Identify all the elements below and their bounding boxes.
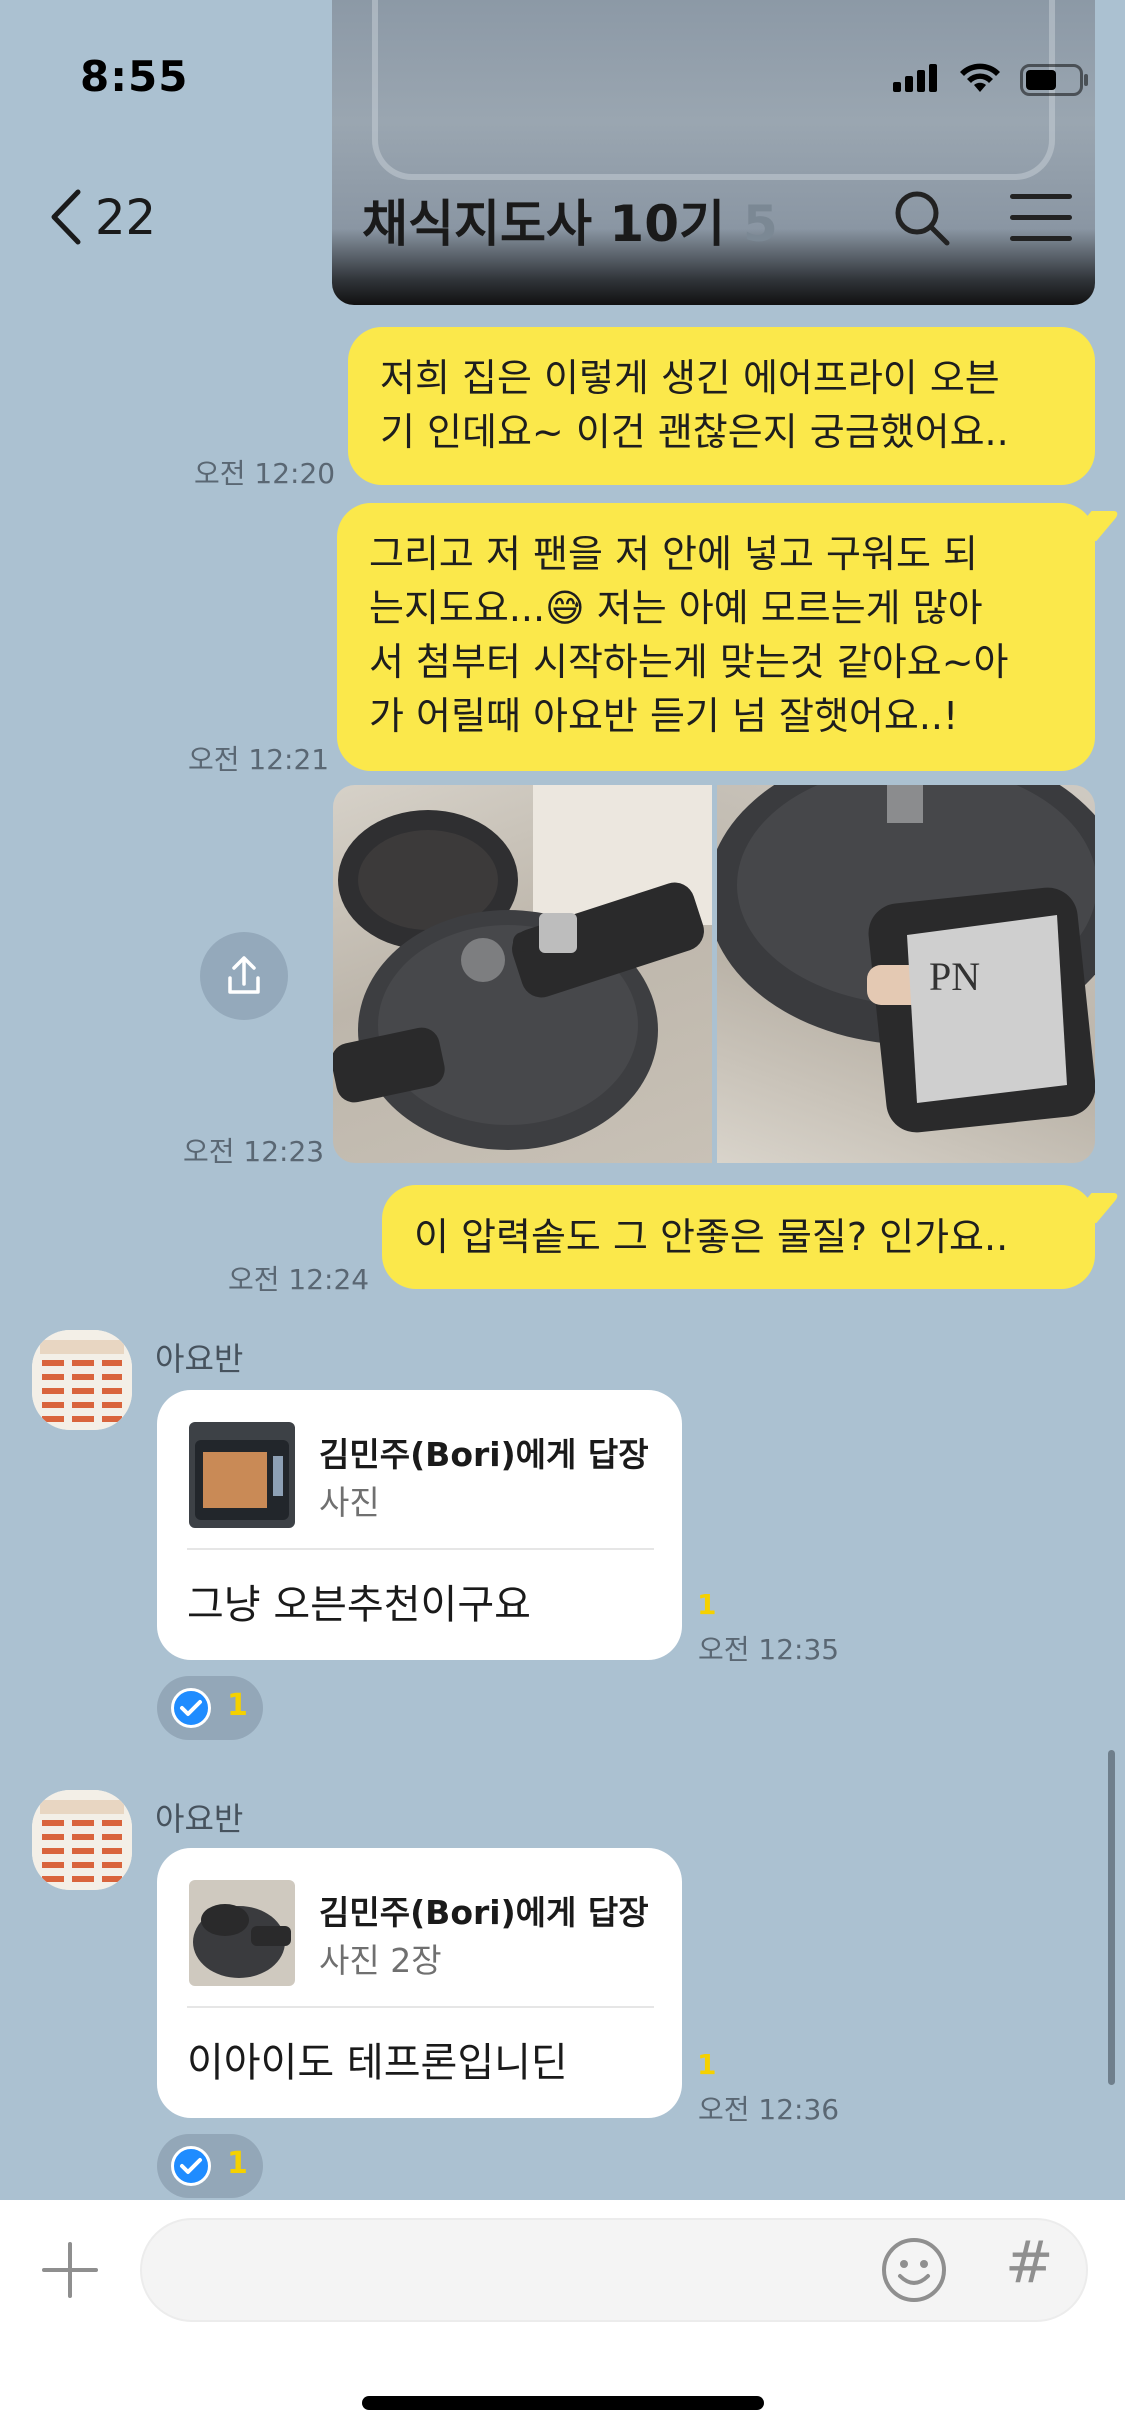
reaction-count: 1 (227, 2146, 248, 2181)
reply-to: 김민주(Bori)에게 답장 (319, 1893, 649, 1932)
my-message[interactable]: 그리고 저 팬을 저 안에 넣고 구워도 되 는지도요...😅 저는 아예 모르… (337, 503, 1122, 771)
message-line: 가 어릴때 아요반 듣기 넘 잘햇어요..! (369, 694, 959, 738)
sender-name: 아요반 (155, 1340, 244, 1378)
unread-count: 1 (697, 2048, 717, 2081)
signal-icon (893, 64, 937, 92)
reaction-pill[interactable]: 1 (157, 2134, 263, 2198)
avatar[interactable] (32, 1330, 132, 1430)
scrollbar[interactable] (1108, 1750, 1115, 2085)
message-text: 그냥 오븐추천이구요 (187, 1582, 531, 1628)
reaction-pill[interactable]: 1 (157, 1676, 263, 1740)
avatar[interactable] (32, 1790, 132, 1890)
message-time: 오전 12:36 (698, 2093, 840, 2126)
sender-name: 아요반 (155, 1800, 244, 1838)
svg-text:PN: PN (929, 954, 980, 999)
hashtag-button[interactable]: # (1005, 2228, 1054, 2296)
battery-icon (1020, 64, 1088, 96)
message-line: 그리고 저 팬을 저 안에 넣고 구워도 되 (369, 532, 978, 576)
message-line: 는지도요...😅 저는 아예 모르는게 많아 (369, 586, 983, 630)
share-icon (228, 956, 260, 994)
emoji-icon[interactable] (880, 2236, 948, 2304)
chat-title-text: 채식지도사 10기 (362, 195, 725, 253)
photo-pressure-cooker-lid[interactable]: PN (717, 785, 1095, 1163)
search-icon[interactable] (892, 188, 952, 248)
menu-icon[interactable] (1010, 194, 1072, 242)
reaction-count: 1 (227, 1688, 248, 1723)
wifi-icon (960, 63, 1000, 92)
chat-title: 채식지도사 10기 5 (362, 184, 778, 256)
message-time: 오전 12:21 (188, 743, 330, 776)
message-text: 이 압력솥도 그 안좋은 물질? 인가요.. (414, 1215, 1009, 1259)
message-time: 오전 12:23 (183, 1135, 325, 1168)
message-line: 서 첨부터 시작하는게 맞는것 같아요~아 (369, 640, 1009, 684)
check-icon (171, 2146, 211, 2186)
home-indicator (362, 2396, 764, 2410)
back-unread-count[interactable]: 22 (95, 190, 156, 246)
message-line: 기 인데요~ 이건 괜찮은지 궁금했어요.. (380, 410, 1009, 454)
reply-type: 사진 (319, 1483, 380, 1522)
reply-thumbnail (189, 1880, 295, 1986)
reply-message[interactable]: 김민주(Bori)에게 답장 사진 2장 이아이도 테프론입니딘 (157, 1848, 682, 2118)
plus-icon[interactable] (40, 2240, 100, 2300)
reply-to: 김민주(Bori)에게 답장 (319, 1435, 649, 1474)
my-message[interactable]: 저희 집은 이렇게 생긴 에어프라이 오븐 기 인데요~ 이건 괜찮은지 궁금했… (348, 327, 1095, 485)
message-text: 이아이도 테프론입니딘 (187, 2040, 568, 2086)
chevron-left-icon[interactable] (48, 188, 82, 246)
photo-pressure-cooker-open[interactable] (333, 785, 712, 1163)
share-button[interactable] (200, 932, 288, 1020)
member-count: 5 (743, 195, 778, 253)
message-time: 오전 12:24 (228, 1263, 370, 1296)
reply-type: 사진 2장 (319, 1941, 442, 1980)
previous-photo-message[interactable] (332, 0, 1095, 305)
unread-count: 1 (697, 1588, 717, 1621)
status-time: 8:55 (80, 52, 189, 101)
message-time: 오전 12:20 (194, 457, 336, 490)
reply-thumbnail (189, 1422, 295, 1528)
message-time: 오전 12:35 (698, 1633, 840, 1666)
message-line: 저희 집은 이렇게 생긴 에어프라이 오븐 (380, 356, 1000, 400)
my-message[interactable]: 이 압력솥도 그 안좋은 물질? 인가요.. (382, 1185, 1122, 1289)
check-icon (171, 1688, 211, 1728)
reply-message[interactable]: 김민주(Bori)에게 답장 사진 그냥 오븐추천이구요 (157, 1390, 682, 1660)
